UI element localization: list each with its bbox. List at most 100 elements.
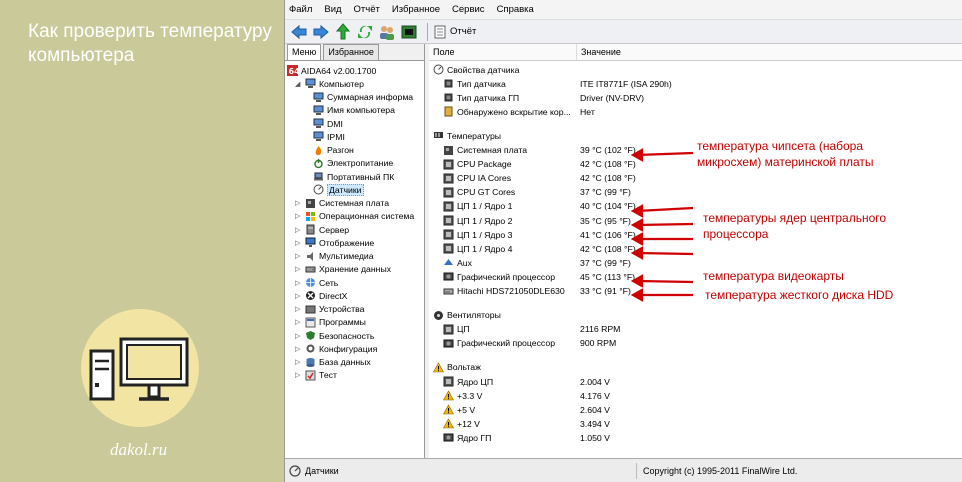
menu-help[interactable]: Справка	[497, 4, 534, 15]
tree-item[interactable]: ▷ Сеть	[295, 276, 338, 289]
tree-item[interactable]: Разгон	[313, 144, 354, 157]
warning-icon	[442, 390, 455, 401]
cpu-icon	[443, 229, 454, 240]
expand-arrow-icon[interactable]: ▷	[295, 305, 303, 313]
tree-item[interactable]: ▷ Операционная система	[295, 210, 414, 223]
computer-icon	[313, 105, 324, 116]
left-panel: Как проверить температуру компьютера dak…	[0, 0, 284, 482]
tree-item[interactable]: Портативный ПК	[313, 170, 394, 183]
tree-item[interactable]: ▷ Сервер	[295, 223, 349, 236]
cpu-icon	[443, 376, 454, 387]
column-field[interactable]: Поле	[429, 44, 577, 60]
refresh-button[interactable]	[355, 22, 375, 42]
field-label: Ядро ЦП	[457, 376, 494, 387]
tree-item[interactable]: ▷ Безопасность	[295, 329, 374, 342]
field-label: +5 V	[457, 404, 476, 415]
toolbar: Отчёт	[285, 20, 962, 44]
sensor-row[interactable]: Обнаружено вскрытие кор... Нет	[443, 105, 943, 118]
section-header[interactable]: Свойства датчика	[433, 63, 933, 76]
arrow-right-icon	[313, 24, 329, 39]
tree-item[interactable]: Электропитание	[313, 157, 393, 170]
sensor-row[interactable]: Графический процессор 900 RPM	[443, 337, 943, 350]
status-copyright: Copyright (c) 1995-2011 FinalWire Ltd.	[643, 465, 798, 476]
field-value: 37 °C (99 °F)	[580, 187, 631, 198]
tree-item[interactable]: ▷ DirectX	[295, 289, 347, 302]
tree-item[interactable]: ◢ Компьютер	[295, 77, 364, 90]
expand-arrow-icon[interactable]: ◢	[295, 80, 303, 88]
expand-arrow-icon[interactable]: ▷	[295, 212, 303, 220]
expand-arrow-icon[interactable]: ▷	[295, 345, 303, 353]
expand-arrow-icon[interactable]: ▷	[295, 199, 303, 207]
section-header[interactable]: Вентиляторы	[433, 309, 933, 322]
tree-item[interactable]: ▷ Тест	[295, 369, 337, 382]
menu-report[interactable]: Отчёт	[354, 4, 380, 15]
sensor-row[interactable]: Тип датчика ГП Driver (NV-DRV)	[443, 91, 943, 104]
users-button[interactable]	[377, 22, 397, 42]
tree-item[interactable]: ▷ Мультимедиа	[295, 250, 374, 263]
expand-arrow-icon[interactable]: ▷	[295, 292, 303, 300]
tree-item-label: DirectX	[319, 290, 348, 301]
sensor-row[interactable]: +5 V 2.604 V	[442, 403, 943, 416]
menu-service[interactable]: Сервис	[452, 4, 485, 15]
aux-icon	[443, 257, 454, 268]
tree-item[interactable]: DMI	[313, 117, 343, 130]
sensor-row[interactable]: ЦП 1 / Ядро 4 42 °C (108 °F)	[443, 242, 943, 255]
tree-item[interactable]: ▷ Устройства	[295, 303, 364, 316]
field-label: Тип датчика	[457, 78, 506, 89]
sensor-row[interactable]: Тип датчика ITE IT8771F (ISA 290h)	[443, 77, 943, 90]
tree-item-label: Суммарная информа	[327, 92, 414, 102]
sensor-row[interactable]: ЦП 2116 RPM	[443, 323, 943, 336]
expand-arrow-icon[interactable]: ▷	[295, 279, 303, 287]
sensor-row[interactable]: Ядро ЦП 2.004 V	[443, 375, 943, 388]
tree-item[interactable]: Имя компьютера	[313, 104, 395, 117]
status-section: Датчики	[285, 462, 637, 479]
expand-arrow-icon[interactable]: ▷	[295, 318, 303, 326]
field-label: ЦП 1 / Ядро 4	[457, 243, 513, 254]
field-value: 1.050 V	[580, 432, 610, 443]
multimedia-icon	[305, 251, 316, 262]
tab-menu[interactable]: Меню	[287, 44, 322, 60]
expand-arrow-icon[interactable]: ▷	[295, 332, 303, 340]
tree-item[interactable]: 64 AIDA64 v2.00.1700	[287, 64, 376, 77]
tree-item-label: Системная плата	[319, 198, 390, 208]
sensor-row[interactable]: +12 V 3.494 V	[442, 417, 943, 430]
menu-favorites[interactable]: Избранное	[392, 4, 440, 15]
tree-item[interactable]: ▷ Хранение данных	[295, 263, 391, 276]
back-button[interactable]	[289, 22, 309, 42]
expand-arrow-icon[interactable]: ▷	[295, 371, 303, 379]
sensor-row[interactable]: CPU IA Cores 42 °C (108 °F)	[443, 172, 943, 185]
chip-button[interactable]	[399, 22, 419, 42]
tree-item[interactable]: IPMI	[313, 130, 345, 143]
tree-item-label: AIDA64 v2.00.1700	[301, 65, 377, 76]
tree-item-label: Операционная система	[319, 211, 415, 222]
sensor-row[interactable]: +3.3 V 4.176 V	[442, 389, 943, 402]
tree-tabs: Меню Избранное	[285, 44, 424, 61]
expand-arrow-icon[interactable]: ▷	[295, 239, 303, 247]
expand-arrow-icon[interactable]: ▷	[295, 252, 303, 260]
tab-favorites[interactable]: Избранное	[323, 44, 379, 60]
expand-arrow-icon[interactable]: ▷	[295, 358, 303, 366]
programs-icon	[305, 317, 316, 328]
tree-item[interactable]: Суммарная информа	[313, 91, 413, 104]
forward-button[interactable]	[311, 22, 331, 42]
expand-arrow-icon[interactable]: ▷	[295, 226, 303, 234]
report-button[interactable]: Отчёт	[434, 25, 476, 39]
cpu-icon	[443, 187, 454, 198]
up-button[interactable]	[333, 22, 353, 42]
tree-item[interactable]: ▷ Программы	[295, 316, 366, 329]
expand-arrow-icon[interactable]: ▷	[295, 265, 303, 273]
section-header[interactable]: Вольтаж	[432, 361, 933, 374]
tree-item[interactable]: ▷ Конфигурация	[295, 342, 377, 355]
tree-item[interactable]: ▷ Системная плата	[295, 197, 389, 210]
menu-file[interactable]: Файл	[289, 4, 312, 15]
tree-item[interactable]: ▷ База данных	[295, 356, 371, 369]
cpu-icon	[443, 215, 454, 226]
sensor-row[interactable]: CPU GT Cores 37 °C (99 °F)	[443, 186, 943, 199]
field-label: Свойства датчика	[447, 64, 520, 75]
tree-item[interactable]: ▷ Отображение	[295, 236, 374, 249]
column-value[interactable]: Значение	[577, 44, 625, 60]
menu-view[interactable]: Вид	[324, 4, 341, 15]
sensor-row[interactable]: Ядро ГП 1.050 V	[443, 431, 943, 444]
tree-item[interactable]: Датчики	[313, 183, 364, 196]
network-icon	[305, 277, 316, 288]
